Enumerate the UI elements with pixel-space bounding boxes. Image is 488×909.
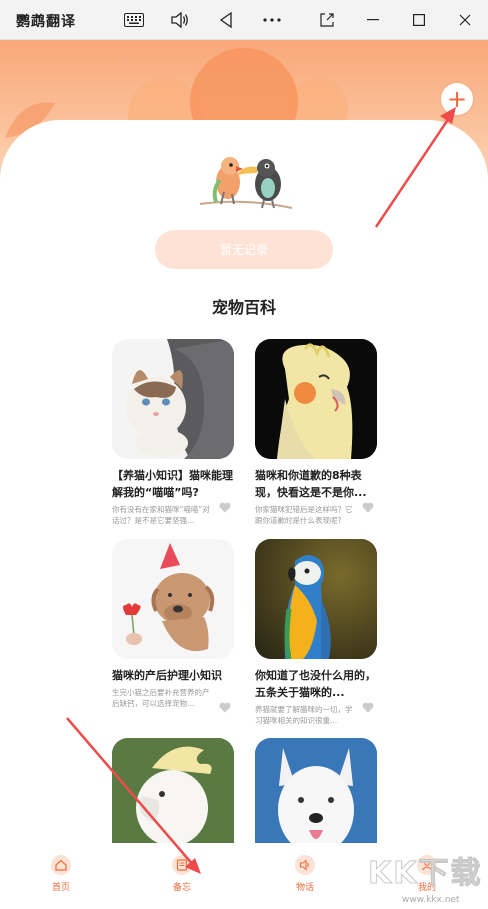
home-icon <box>51 855 71 875</box>
watermark-text: KK下载 <box>368 856 483 892</box>
plus-icon: + <box>446 85 468 113</box>
nav-memo[interactable]: 备忘 <box>152 855 212 893</box>
card-desc: 养猫就要了解猫咪的一切，学习猫咪相关的知识很重... <box>255 705 353 725</box>
more-icon[interactable] <box>259 8 285 32</box>
cat-image <box>112 339 234 459</box>
section-title: 宠物百科 <box>211 298 276 317</box>
nav-label: 物话 <box>295 883 314 893</box>
heart-icon[interactable] <box>362 702 374 713</box>
card-title: 猫咪的产后护理小知识 <box>112 669 222 682</box>
card-desc: 生完小猫之后要补充营养的产后缺钙，可以选择宠物... <box>112 688 210 708</box>
parrots-illustration <box>199 157 293 209</box>
heart-icon[interactable] <box>219 702 231 713</box>
article-card[interactable]: 你知道了也没什么用的，五条关于猫咪的... 养猫就要了解猫咪的一切，学习猫咪相关… <box>255 539 377 726</box>
minimize-icon[interactable] <box>360 8 386 32</box>
speaker-icon <box>295 855 315 875</box>
add-record-button[interactable]: + <box>441 83 473 115</box>
article-card[interactable]: 猫咪的产后护理小知识 生完小猫之后要补充营养的产后缺钙，可以选择宠物... <box>112 539 234 713</box>
card-desc: 你家猫咪犯错后是这样吗？它跟你道歉时是什么表现呢? <box>255 505 353 525</box>
pin-window-icon[interactable] <box>314 8 340 32</box>
empty-records-pill: 暂无记录 <box>155 230 333 269</box>
heart-icon[interactable] <box>219 502 231 513</box>
article-card[interactable]: 【养猫小知识】猫咪能理解我的“喵喵”吗? 你有没有在家和猫咪“喵喵”对话过？是不… <box>112 339 234 526</box>
nav-label: 备忘 <box>172 883 191 893</box>
window-title: 鹦鹉翻译 <box>16 14 76 30</box>
card-desc: 你有没有在家和猫咪“喵喵”对话过？是不是它要坚强... <box>112 505 210 525</box>
watermark-url: www.kkx.net <box>402 895 460 905</box>
article-card[interactable]: 猫咪和你道歉的8种表现，快看这是不是你... 你家猫咪犯错后是这样吗？它跟你道歉… <box>255 339 377 526</box>
close-icon[interactable] <box>452 8 478 32</box>
heart-icon[interactable] <box>362 502 374 513</box>
nav-home[interactable]: 首页 <box>31 855 91 893</box>
back-icon[interactable] <box>213 8 239 32</box>
cockatiel-image <box>255 339 377 459</box>
macaw-image <box>255 539 377 659</box>
nav-label: 首页 <box>51 883 70 893</box>
card-title: 【养猫小知识】猫咪能理解我的“喵喵”吗? <box>112 469 233 499</box>
card-title: 猫咪和你道歉的8种表现，快看这是不是你... <box>255 469 367 499</box>
volume-icon[interactable] <box>167 8 193 32</box>
watermark-logo: KK下载 www.kkx.net <box>368 848 483 906</box>
dog-party-hat-image <box>112 539 234 659</box>
cockatoo-image <box>112 738 234 858</box>
memo-icon <box>172 855 192 875</box>
window-titlebar: 鹦鹉翻译 <box>0 0 488 40</box>
maximize-icon[interactable] <box>406 8 432 32</box>
card-title: 你知道了也没什么用的，五条关于猫咪的... <box>255 669 376 699</box>
white-dog-image <box>255 738 377 858</box>
app-view: + 暂无记录 宠物百科 【养猫小知识】猫咪能理解我的“喵喵”吗? 你有没有在家和… <box>0 40 488 909</box>
keyboard-icon[interactable] <box>121 8 147 32</box>
nav-translate[interactable]: 物话 <box>275 855 335 893</box>
